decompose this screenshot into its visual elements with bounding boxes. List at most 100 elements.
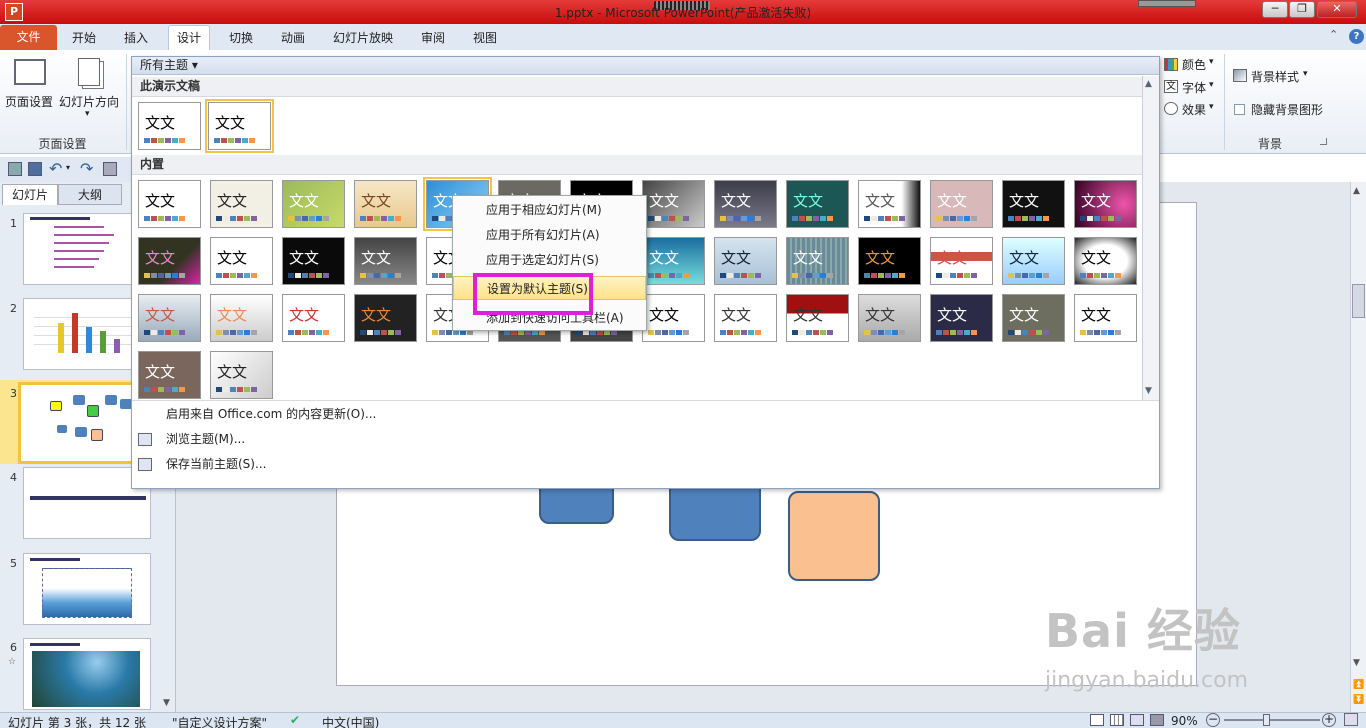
theme-thumbnail-current[interactable]: 文文	[205, 99, 274, 153]
previous-slide-icon[interactable]: ⏫	[1353, 680, 1364, 690]
restore-button[interactable]: ❐	[1289, 1, 1315, 18]
browse-themes-item[interactable]: 浏览主题(M)...	[166, 428, 245, 450]
chevron-down-icon[interactable]: ▾	[66, 163, 70, 172]
fonts-icon[interactable]: 文	[1164, 80, 1178, 93]
chevron-down-icon[interactable]: ▼	[1353, 658, 1360, 668]
theme-thumbnail[interactable]: 文文	[138, 351, 201, 399]
theme-thumbnail[interactable]: 文文	[1074, 294, 1137, 342]
language-status[interactable]: 中文(中国)	[322, 714, 379, 728]
print-icon[interactable]	[103, 162, 117, 176]
fonts-button[interactable]: 字体	[1182, 79, 1206, 96]
theme-name-status[interactable]: "自定义设计方案"	[172, 714, 267, 728]
tab-insert[interactable]: 插入	[124, 28, 148, 48]
tab-review[interactable]: 审阅	[421, 28, 445, 48]
theme-thumbnail[interactable]: 文文	[930, 180, 993, 228]
menu-item-apply-all[interactable]: 应用于所有幻灯片(A)	[453, 223, 646, 247]
theme-thumbnail[interactable]: 文文	[210, 294, 273, 342]
theme-thumbnail[interactable]: 文文	[930, 294, 993, 342]
tab-home[interactable]: 开始	[72, 28, 96, 48]
enable-office-updates-item[interactable]: 启用来自 Office.com 的内容更新(O)...	[166, 403, 376, 425]
slide-thumbnail[interactable]	[23, 638, 151, 710]
zoom-slider-thumb[interactable]	[1263, 714, 1270, 726]
theme-thumbnail[interactable]: 文文	[786, 294, 849, 342]
colors-icon[interactable]	[1164, 58, 1178, 71]
undo-icon[interactable]: ↶	[49, 159, 62, 178]
rounded-rectangle-shape[interactable]	[788, 491, 880, 581]
theme-thumbnail-current[interactable]: 文文	[138, 102, 201, 150]
chevron-down-icon[interactable]: ▼	[163, 698, 170, 708]
theme-thumbnail[interactable]: 文文	[1074, 180, 1137, 228]
zoom-level[interactable]: 90%	[1171, 714, 1198, 728]
theme-thumbnail[interactable]: 文文	[642, 294, 705, 342]
zoom-slider[interactable]	[1224, 719, 1320, 721]
tab-slides[interactable]: 幻灯片	[2, 184, 58, 205]
tab-design[interactable]: 设计	[168, 25, 211, 50]
theme-thumbnail[interactable]: 文文	[1002, 237, 1065, 285]
chevron-up-icon[interactable]: ▲	[1353, 186, 1360, 196]
fit-to-window-icon[interactable]	[1344, 713, 1358, 726]
theme-thumbnail[interactable]: 文文	[210, 180, 273, 228]
theme-thumbnail[interactable]: 文文	[354, 237, 417, 285]
theme-thumbnail[interactable]: 文文	[858, 237, 921, 285]
redo-icon[interactable]: ↷	[80, 159, 93, 178]
colors-button[interactable]: 颜色	[1182, 56, 1206, 73]
background-styles-icon[interactable]	[1233, 69, 1247, 82]
theme-thumbnail[interactable]: 文文	[642, 180, 705, 228]
chevron-down-icon[interactable]: ▼	[1145, 386, 1152, 396]
theme-thumbnail[interactable]: 文文	[210, 351, 273, 399]
theme-thumbnail[interactable]: 文文	[786, 180, 849, 228]
menu-item-apply-matching[interactable]: 应用于相应幻灯片(M)	[453, 198, 646, 222]
tab-slideshow[interactable]: 幻灯片放映	[333, 28, 393, 48]
zoom-in-button[interactable]: +	[1322, 713, 1336, 727]
theme-thumbnail[interactable]: 文文	[138, 237, 201, 285]
theme-thumbnail[interactable]: 文文	[786, 237, 849, 285]
dialog-launcher-icon[interactable]	[1320, 138, 1327, 145]
hide-background-checkbox[interactable]	[1234, 104, 1245, 115]
page-setup-button[interactable]: 页面设置	[5, 93, 53, 110]
tab-view[interactable]: 视图	[473, 28, 497, 48]
effects-button[interactable]: 效果	[1182, 101, 1206, 118]
theme-thumbnail[interactable]: 文文	[282, 237, 345, 285]
tab-transitions[interactable]: 切换	[229, 28, 253, 48]
theme-thumbnail[interactable]: 文文	[642, 237, 705, 285]
page-setup-icon[interactable]	[14, 59, 46, 85]
theme-thumbnail[interactable]: 文文	[354, 180, 417, 228]
slide-orientation-icon[interactable]	[78, 58, 100, 86]
theme-thumbnail[interactable]: 文文	[714, 180, 777, 228]
theme-thumbnail[interactable]: 文文	[282, 180, 345, 228]
slide-orientation-button[interactable]: 幻灯片方向	[59, 93, 119, 110]
next-slide-icon[interactable]: ⏬	[1353, 695, 1364, 705]
reading-view-icon[interactable]	[1130, 714, 1144, 726]
theme-thumbnail[interactable]: 文文	[714, 294, 777, 342]
vertical-scrollbar[interactable]	[1350, 182, 1366, 712]
tab-animations[interactable]: 动画	[281, 28, 305, 48]
slideshow-view-icon[interactable]	[1150, 714, 1164, 726]
scrollbar-thumb[interactable]	[1352, 284, 1365, 318]
gallery-scrollbar[interactable]	[1142, 76, 1159, 400]
background-styles-button[interactable]: 背景样式	[1251, 68, 1299, 85]
theme-thumbnail[interactable]: 文文	[930, 237, 993, 285]
theme-thumbnail[interactable]: 文文	[210, 237, 273, 285]
theme-filter-header[interactable]: 所有主题 ▾	[132, 57, 1159, 75]
spellcheck-icon[interactable]: ✔	[290, 713, 300, 727]
theme-thumbnail[interactable]: 文文	[138, 180, 201, 228]
tab-file[interactable]: 文件	[0, 25, 57, 50]
theme-thumbnail[interactable]: 文文	[138, 294, 201, 342]
help-icon[interactable]: ?	[1349, 29, 1364, 44]
chevron-up-icon[interactable]: ▲	[1145, 79, 1152, 89]
theme-thumbnail[interactable]: 文文	[858, 294, 921, 342]
theme-thumbnail[interactable]: 文文	[1074, 237, 1137, 285]
theme-thumbnail[interactable]: 文文	[354, 294, 417, 342]
slide-thumbnail[interactable]	[23, 553, 151, 625]
effects-icon[interactable]	[1164, 102, 1178, 115]
minimize-button[interactable]: ─	[1262, 1, 1288, 18]
theme-thumbnail[interactable]: 文文	[282, 294, 345, 342]
theme-thumbnail[interactable]: 文文	[714, 237, 777, 285]
theme-thumbnail[interactable]: 文文	[1002, 180, 1065, 228]
menu-item-apply-selected[interactable]: 应用于选定幻灯片(S)	[453, 248, 646, 272]
save-current-theme-item[interactable]: 保存当前主题(S)...	[166, 453, 266, 475]
slide-sorter-icon[interactable]	[1110, 714, 1124, 726]
tab-outline[interactable]: 大纲	[58, 184, 122, 205]
close-button[interactable]: ✕	[1317, 1, 1357, 18]
zoom-out-button[interactable]: −	[1206, 713, 1220, 727]
